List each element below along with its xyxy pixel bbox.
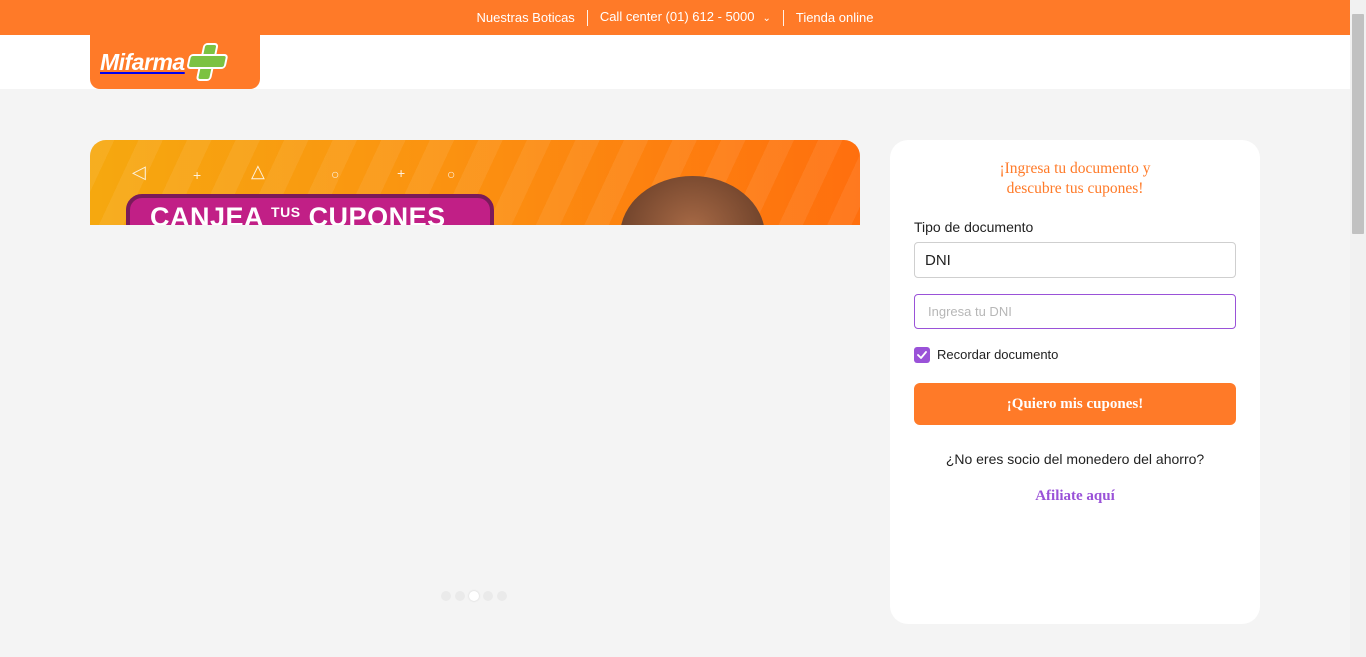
link-call-center[interactable]: Call center (01) 612 - 5000 ⌄ xyxy=(588,9,783,27)
logo-text: Mifarma xyxy=(100,48,185,75)
carousel-dots xyxy=(441,591,507,601)
carousel-dot[interactable] xyxy=(455,591,465,601)
scrollbar-thumb[interactable] xyxy=(1352,14,1364,234)
doc-type-select[interactable]: DNI xyxy=(914,242,1236,278)
card-heading-line2: descubre tus cupones! xyxy=(1006,180,1144,197)
affiliate-link[interactable]: Afiliate aquí xyxy=(890,488,1260,505)
divider xyxy=(782,9,784,26)
coupon-login-card: ¡Ingresa tu documento y descubre tus cup… xyxy=(890,140,1260,624)
remember-label: Recordar documento xyxy=(937,347,1059,362)
carousel-dot[interactable] xyxy=(483,591,493,601)
banner-title-main: CANJEA xyxy=(150,202,264,225)
plus-cross-icon xyxy=(186,43,228,81)
link-tienda-online[interactable]: Tienda online xyxy=(784,10,886,26)
triangle-outline-icon: △ xyxy=(251,161,265,181)
scrollbar[interactable] xyxy=(1350,0,1366,657)
divider xyxy=(586,9,588,26)
promo-banner[interactable]: ◁ + △ ○ + ○ CANJEA TUS CUPONES xyxy=(90,140,860,225)
triangle-outline-icon: ◁ xyxy=(132,162,146,182)
card-heading: ¡Ingresa tu documento y descubre tus cup… xyxy=(890,159,1260,199)
mifarma-logo[interactable]: Mifarma xyxy=(90,35,260,89)
chevron-down-icon: ⌄ xyxy=(762,12,771,24)
circle-outline-icon: ○ xyxy=(331,166,340,182)
banner-title: CANJEA TUS CUPONES xyxy=(150,202,446,225)
top-bar: Nuestras Boticas Call center (01) 612 - … xyxy=(0,0,1350,35)
plus-sparkle-icon: + xyxy=(397,165,406,181)
link-nuestras-boticas[interactable]: Nuestras Boticas xyxy=(465,10,587,26)
banner-title-small: TUS xyxy=(271,204,301,220)
carousel-dot[interactable] xyxy=(497,591,507,601)
carousel-dot[interactable] xyxy=(441,591,451,601)
doc-type-label: Tipo de documento xyxy=(914,219,1034,235)
get-coupons-button[interactable]: ¡Quiero mis cupones! xyxy=(914,383,1236,425)
card-heading-line1: ¡Ingresa tu documento y xyxy=(999,160,1151,177)
carousel-dot-active[interactable] xyxy=(469,591,479,601)
not-member-question: ¿No eres socio del monedero del ahorro? xyxy=(945,451,1205,467)
circle-outline-icon: ○ xyxy=(447,166,456,182)
remember-checkbox[interactable] xyxy=(914,347,930,363)
call-center-label: Call center (01) 612 - 5000 xyxy=(599,8,755,24)
checkmark-icon xyxy=(917,351,927,359)
doc-number-input[interactable] xyxy=(914,294,1236,329)
banner-title-end: CUPONES xyxy=(308,202,446,225)
plus-sparkle-icon: + xyxy=(193,167,202,183)
